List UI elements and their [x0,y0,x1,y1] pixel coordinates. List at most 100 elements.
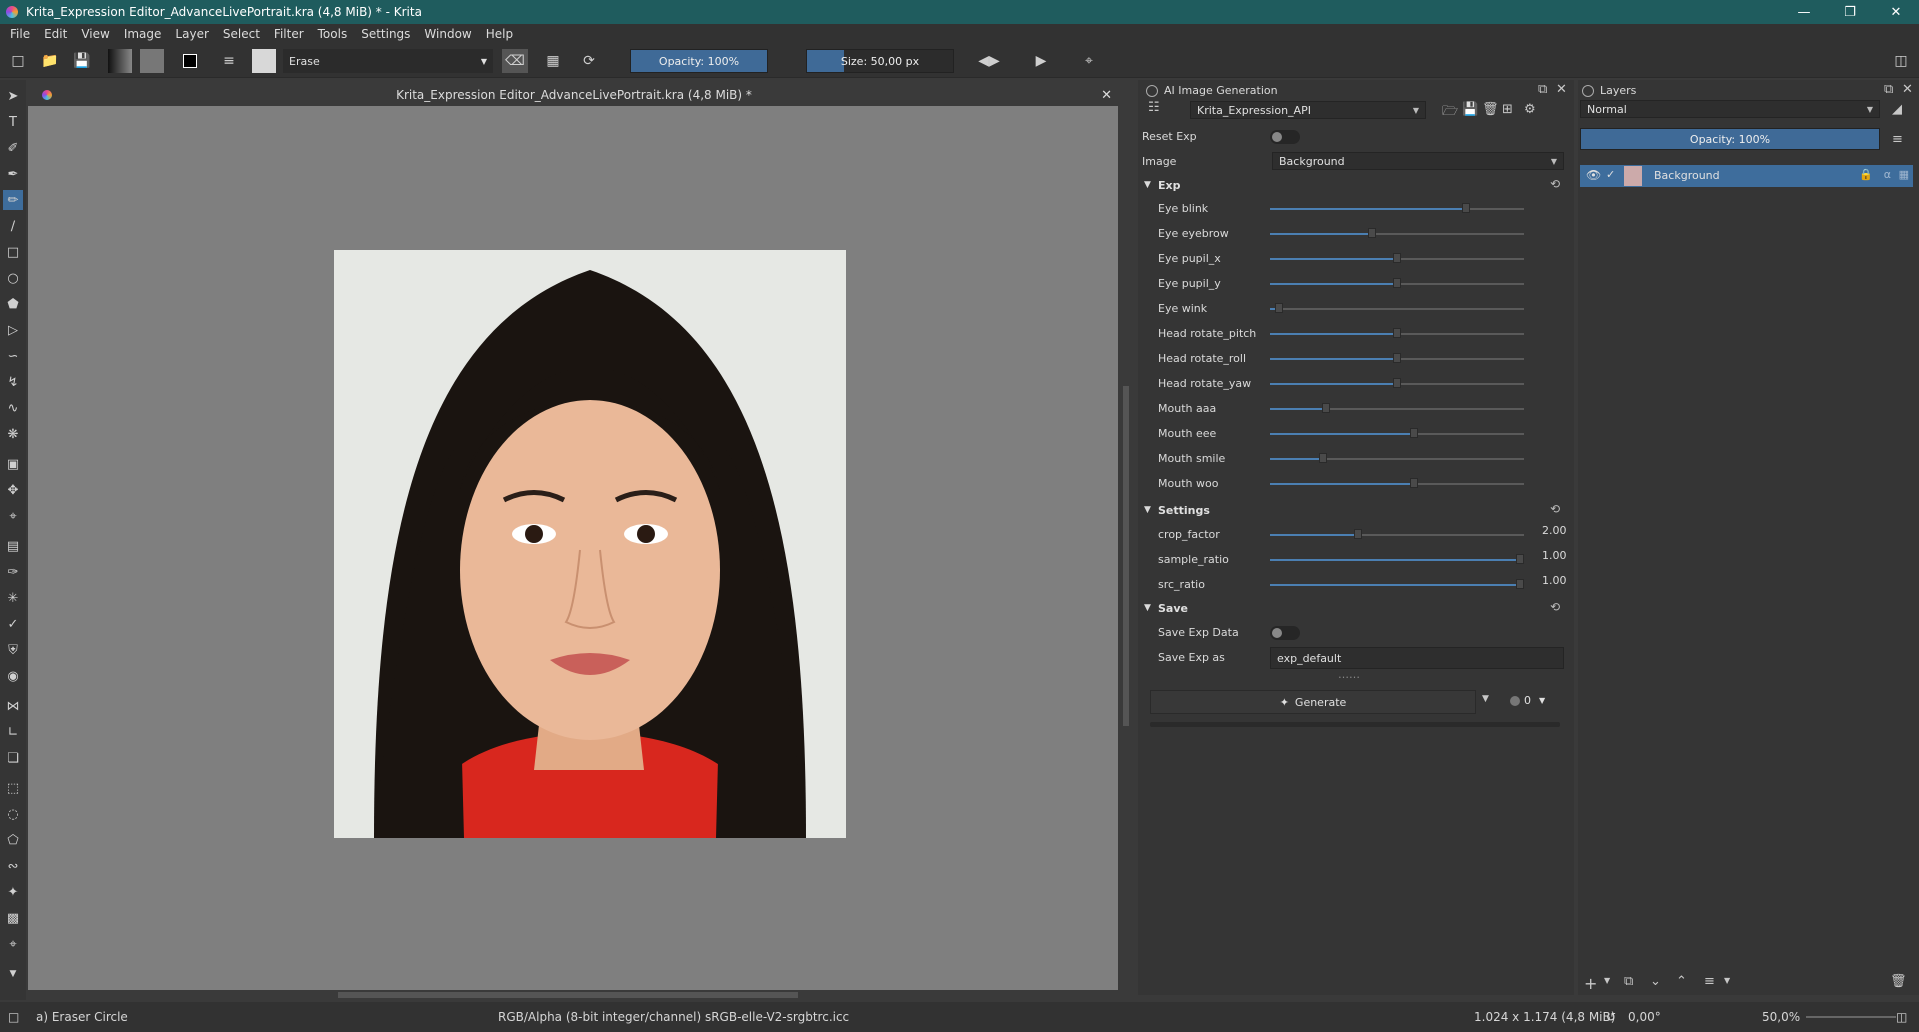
calligraphy-icon[interactable]: ✒ [3,164,23,184]
exp-slider-handle[interactable] [1393,328,1401,338]
exp-slider-track[interactable] [1270,378,1524,388]
exp-slider-handle[interactable] [1368,228,1377,238]
assistant-tool-icon[interactable]: ⋈ [3,696,23,716]
lock-icon[interactable]: 🔒 [1859,168,1873,181]
float-panel-icon[interactable]: ⧉ [1538,82,1547,97]
add-layer-icon[interactable]: + [1584,974,1597,993]
menu-image[interactable]: Image [124,27,162,41]
save-reset-icon[interactable]: ⟲ [1550,600,1560,614]
exp-slider-track[interactable] [1270,278,1524,288]
opacity-slider[interactable]: Opacity: 100% [630,49,768,73]
freehand-select-icon[interactable]: ∾ [3,856,23,876]
close-document-icon[interactable]: ✕ [1101,88,1112,103]
reset-exp-toggle[interactable] [1270,130,1300,144]
duplicate-layer-icon[interactable]: ⧉ [1624,974,1633,989]
save-collapse-icon[interactable]: ▼ [1144,603,1151,613]
settings-reset-icon[interactable]: ⟲ [1550,502,1560,516]
ellipse-tool-icon[interactable]: ○ [3,268,23,288]
polygon-tool-icon[interactable]: ⬟ [3,294,23,314]
delete-layer-icon[interactable]: 🗑 [1890,974,1907,989]
layer-checkbox[interactable]: ✓ [1606,168,1615,181]
layer-row-background[interactable]: 👁 ✓ Background 🔒 α ▦ [1580,165,1913,187]
reload-preset-icon[interactable]: ⟳ [578,49,600,73]
menu-settings[interactable]: Settings [361,27,410,41]
exp-slider-track[interactable] [1270,453,1524,463]
menu-help[interactable]: Help [486,27,513,41]
colorize-mask-icon[interactable]: ✓ [3,614,23,634]
document-tab[interactable]: Krita_Expression Editor_AdvanceLivePortr… [28,84,1120,106]
status-colorspace[interactable]: RGB/Alpha (8-bit integer/channel) sRGB-e… [498,1010,849,1024]
move-tool-icon[interactable]: ✥ [3,480,23,500]
settings-slider-handle[interactable] [1516,554,1524,564]
exp-slider-handle[interactable] [1393,278,1401,288]
splitter-handle[interactable]: …… [1338,668,1360,681]
brush-preset-icon[interactable] [252,49,276,73]
exp-slider-handle[interactable] [1393,253,1401,263]
enclose-fill-icon[interactable]: ◉ [3,666,23,686]
save-workflow-icon[interactable]: 💾 [1462,102,1478,117]
layer-opacity-slider[interactable]: Opacity: 100% [1580,128,1880,150]
settings-slider-handle[interactable] [1516,579,1524,589]
menu-layer[interactable]: Layer [175,27,208,41]
open-folder-icon[interactable]: 📁 [40,49,60,73]
exp-slider-handle[interactable] [1321,403,1330,413]
filter-icon[interactable]: ◢ [1892,102,1902,117]
exp-slider-handle[interactable] [1461,203,1470,213]
size-slider[interactable]: Size: 50,00 px [806,49,954,73]
horizontal-scrollbar[interactable] [28,990,1120,1000]
menu-file[interactable]: File [10,27,30,41]
minimize-button[interactable]: — [1781,0,1827,24]
exp-slider-handle[interactable] [1410,478,1419,488]
ellipse-select-icon[interactable]: ◌ [3,804,23,824]
freehand-brush-icon[interactable]: ✏ [3,190,23,210]
multibrush-icon[interactable]: ❋ [3,424,23,444]
menu-select[interactable]: Select [223,27,260,41]
vertical-scroll-thumb[interactable] [1123,386,1129,726]
save-exp-as-input[interactable]: exp_default [1270,647,1564,669]
vertical-scrollbar[interactable] [1120,106,1132,990]
bezier-tool-icon[interactable]: ∽ [3,346,23,366]
rectangle-tool-icon[interactable]: □ [3,242,23,262]
layer-options-icon[interactable]: ≡ [1892,132,1903,147]
exp-reset-icon[interactable]: ⟲ [1550,177,1560,191]
exp-collapse-icon[interactable]: ▼ [1144,180,1151,190]
menu-view[interactable]: View [81,27,109,41]
reference-tool-icon[interactable]: ❏ [3,748,23,768]
menu-edit[interactable]: Edit [44,27,67,41]
exp-slider-track[interactable] [1270,353,1524,363]
generate-options-icon[interactable]: ▼ [1482,694,1489,704]
move-layer-up-icon[interactable]: ⌃ [1676,974,1687,989]
select-shapes-icon[interactable]: ➤ [3,86,23,106]
save-exp-data-toggle[interactable] [1270,626,1300,640]
similar-select-icon[interactable]: ▩ [3,908,23,928]
brush-settings-icon[interactable]: ≡ [218,49,240,73]
line-tool-icon[interactable]: ∕ [3,216,23,236]
layer-properties-icon[interactable]: ≡ [1704,974,1715,989]
pattern-icon[interactable] [140,49,164,73]
freehand-path-icon[interactable]: ↯ [3,372,23,392]
toolbox-more-icon[interactable]: ▼ [3,964,23,984]
exp-slider-handle[interactable] [1319,453,1328,463]
layer-properties-menu-icon[interactable]: ▼ [1724,976,1730,985]
image-dropdown[interactable]: Background ▼ [1272,152,1564,170]
settings-gear-icon[interactable]: ⚙ [1524,102,1536,117]
horizontal-scroll-thumb[interactable] [338,992,798,998]
canvas[interactable] [28,106,1118,990]
save-icon[interactable]: 💾 [72,49,92,73]
crop-wrap-icon[interactable]: ⌖ [1078,49,1100,73]
exp-slider-handle[interactable] [1274,303,1283,313]
alpha-icon[interactable]: α [1884,168,1891,181]
exp-slider-track[interactable] [1270,403,1524,413]
crop-tool-icon[interactable]: ⌖ [3,506,23,526]
text-tool-icon[interactable]: T [3,112,23,132]
connection-icon[interactable]: ☷ [1148,100,1160,115]
exp-slider-track[interactable] [1270,328,1524,338]
settings-slider-track[interactable] [1270,529,1524,539]
fg-bg-color-icon[interactable] [176,49,204,73]
exp-slider-handle[interactable] [1410,428,1419,438]
measure-tool-icon[interactable]: ∟ [3,722,23,742]
inherit-alpha-icon[interactable]: ▦ [1899,168,1909,181]
settings-collapse-icon[interactable]: ▼ [1144,505,1151,515]
generate-button[interactable]: ✦ Generate [1150,690,1476,714]
exp-slider-track[interactable] [1270,228,1524,238]
